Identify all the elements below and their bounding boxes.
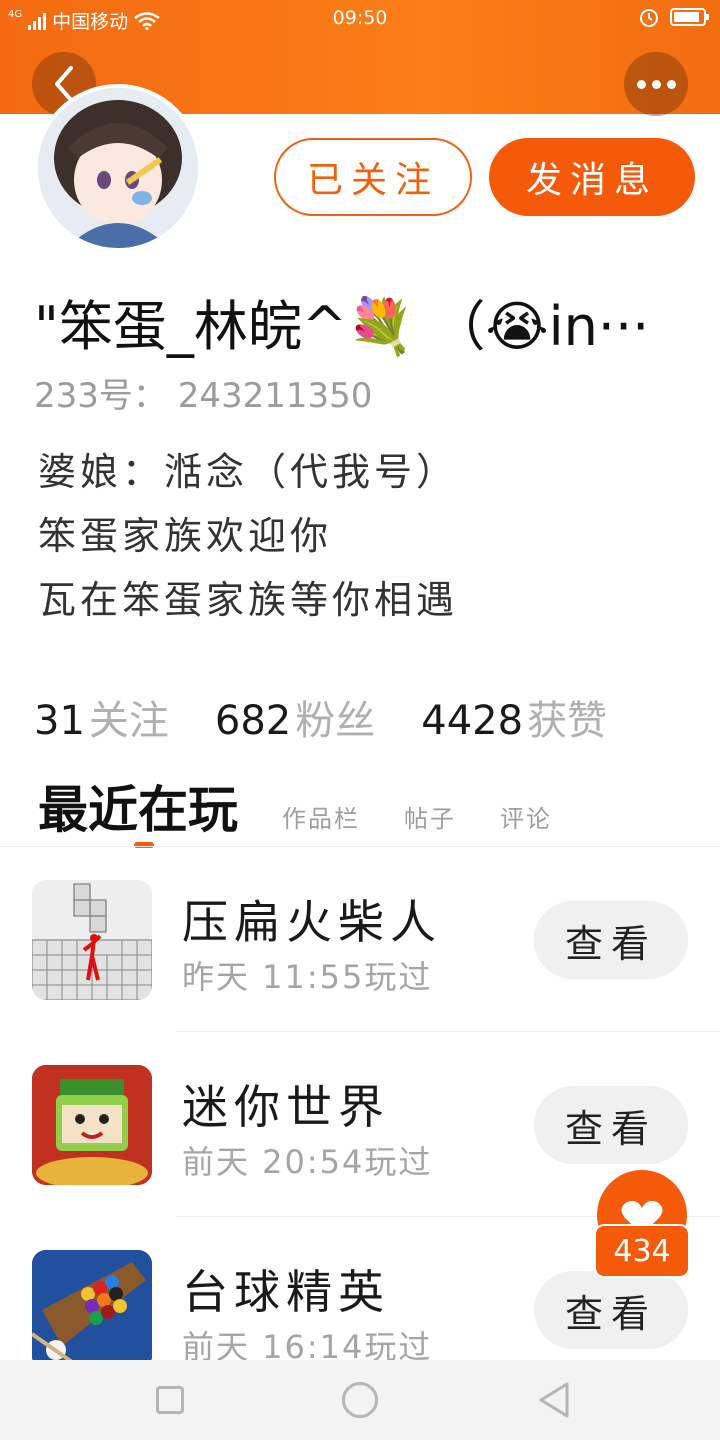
send-message-button[interactable]: 发消息 [489, 138, 695, 216]
status-bar: 4G 中国移动 09:50 [0, 4, 720, 34]
divider [176, 1031, 720, 1032]
more-dots-icon [636, 79, 676, 89]
followed-button[interactable]: 已关注 [274, 138, 472, 216]
view-button[interactable]: 查看 [534, 1086, 688, 1164]
bio-line: 婆娘：湉念（代我号） [38, 450, 459, 494]
stat-likes[interactable]: 4428 获赞 [421, 688, 607, 746]
list-item[interactable]: 压扁火柴人 昨天 11:55玩过 查看 [0, 848, 720, 1033]
tab-works[interactable]: 作品栏 [282, 799, 360, 834]
clock: 09:50 [332, 7, 388, 29]
more-button[interactable] [624, 52, 688, 116]
battery-icon [670, 8, 709, 26]
view-button[interactable]: 查看 [534, 901, 688, 979]
user-id: 233号： 243211350 [34, 376, 373, 416]
game-name: 迷你世界 [182, 1080, 390, 1134]
profile-stats: 31 关注 682 粉丝 4428 获赞 [34, 688, 607, 746]
game-icon-mini-world [32, 1065, 152, 1185]
back-icon[interactable] [536, 1380, 572, 1420]
stat-followers[interactable]: 682 粉丝 [215, 688, 375, 746]
bio: 婆娘：湉念（代我号） 笨蛋家族欢迎你 瓦在笨蛋家族等你相遇 [38, 440, 458, 632]
stat-following[interactable]: 31 关注 [34, 688, 169, 746]
avatar-illustration [38, 88, 198, 248]
recent-apps-icon[interactable] [156, 1386, 184, 1414]
last-played-time: 昨天 11:55玩过 [182, 958, 433, 996]
tab-recently-played-label: 最近在玩 [38, 781, 238, 839]
avatar[interactable] [34, 84, 202, 252]
view-button[interactable]: 查看 [534, 1271, 688, 1349]
alarm-icon [640, 9, 658, 27]
game-name: 台球精英 [182, 1265, 390, 1319]
game-name: 压扁火柴人 [182, 895, 442, 949]
like-count: 434 [594, 1224, 690, 1278]
game-icon-billiards [32, 1250, 152, 1370]
home-icon[interactable] [342, 1382, 378, 1418]
bio-line: 笨蛋家族欢迎你 [38, 514, 333, 558]
tab-comments[interactable]: 评论 [500, 799, 552, 834]
divider [0, 846, 720, 847]
bio-line: 瓦在笨蛋家族等你相遇 [38, 578, 459, 622]
tab-posts[interactable]: 帖子 [404, 799, 456, 834]
game-icon-stickman [32, 880, 152, 1000]
profile-tabs: 最近在玩 作品栏 帖子 评论 [38, 770, 552, 848]
system-nav-bar [0, 1360, 720, 1440]
last-played-time: 前天 20:54玩过 [182, 1143, 433, 1181]
tab-recently-played[interactable]: 最近在玩 [38, 770, 238, 848]
nickname: "笨蛋_林皖^💐 （😭in··· [34, 295, 650, 358]
